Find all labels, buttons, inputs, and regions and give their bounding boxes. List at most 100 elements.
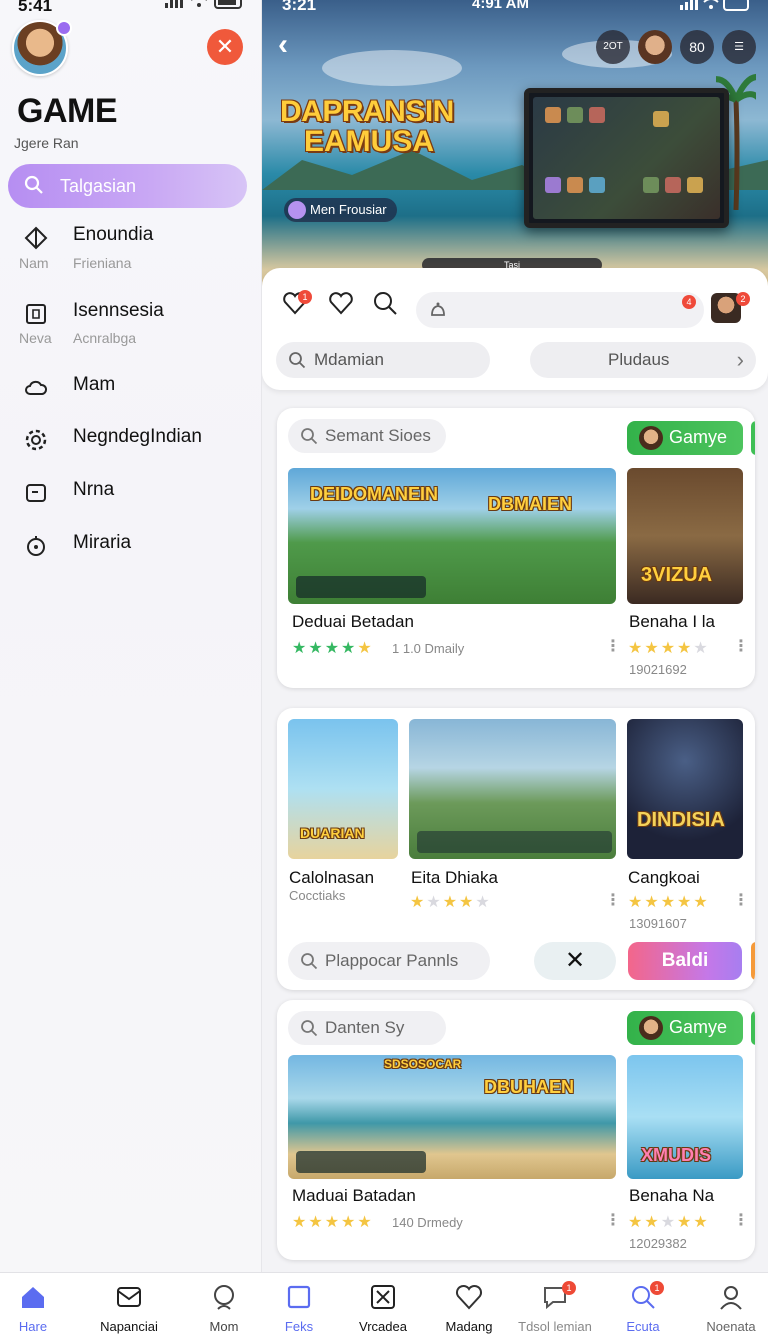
sidebar-item-mam[interactable]: Mam [0,374,262,404]
avatar-badge [56,20,72,36]
toolbar-search-input[interactable]: 4 [416,292,704,328]
sidebar-item-enoundia[interactable]: Enoundia Nam Frieniana [0,222,262,282]
card-search-input[interactable]: Danten Sy [288,1011,446,1045]
hero-tag[interactable]: Men Frousiar [284,198,397,222]
mail-icon [117,1287,141,1307]
close-icon: ✕ [564,947,586,974]
bottom-nav-tdsol-lemian[interactable]: 1 Tdsol lemian [512,1273,598,1344]
bottom-nav-madang[interactable]: Madang [426,1273,512,1344]
game-title: Cangkoai [628,868,700,887]
logo-line: DAPRANSIN [280,95,454,128]
sidebar-item-label: NegndegIndian [73,426,202,447]
back-button[interactable]: ‹ [278,28,288,62]
game-thumbnail[interactable]: SDSOSOCAR DBUHAEN [288,1055,616,1179]
bottom-nav-noenata[interactable]: Noenata [688,1273,768,1344]
more-options-icon[interactable]: ⋮ [605,639,621,655]
filter-pill-left[interactable]: Mdamian [276,342,490,378]
sidebar: 5:41 ✕ GAME Jgere Ran Talgasian Enoundia… [0,0,262,1272]
hero-chip-label: 2OT [603,41,623,52]
status-time: 5:41 [18,0,53,15]
baldi-button[interactable]: Baldi [628,942,742,980]
user-icon [720,1286,742,1310]
thumbnail-hud [296,1151,426,1173]
bottom-nav-napanciai[interactable]: Napanciai [86,1273,172,1344]
more-options-icon[interactable]: ⋮ [733,1213,749,1229]
sidebar-search-button[interactable]: Talgasian [8,164,247,208]
gear-icon [25,429,47,451]
thumbnail-hud [417,831,612,853]
bottom-nav-label: Tdsol lemian [518,1319,592,1334]
next-button-edge[interactable] [751,942,755,980]
bottom-nav-label: Napanciai [100,1319,158,1334]
more-options-icon[interactable]: ⋮ [605,893,621,909]
thumbnail-caption: DBUHAEN [484,1077,574,1097]
game-thumbnail[interactable]: XMUDIS [627,1055,743,1179]
hero-menu-button[interactable]: ☰ [722,30,756,64]
sidebar-item-nrna[interactable]: Nrna [0,479,262,509]
gamye-button[interactable]: Gamye [627,1011,743,1045]
profile-avatar[interactable] [12,20,72,76]
main-content: 3:21 4:91 AM ‹ 2OT 80 ☰ DAPRANSIN EAMUSA [262,0,768,1272]
more-options-icon[interactable]: ⋮ [605,1213,621,1229]
hero-chip-label: 80 [689,39,705,55]
game-meta: Cocctiaks [289,888,346,903]
hero-chip-avatar[interactable] [638,30,672,64]
clear-button[interactable]: ✕ [534,942,616,980]
thumbnail-caption: SDSOSOCAR [384,1057,462,1071]
thumbnail-caption: DUARIAN [300,825,365,841]
hero-chip-level[interactable]: 2OT [596,30,630,64]
logo-line: EAMUSA [304,125,435,158]
sidebar-item-negndegindian[interactable]: NegndegIndian [0,426,262,456]
search-icon[interactable] [372,290,398,316]
sidebar-item-label: Miraria [73,532,132,553]
avatar-icon [639,426,663,450]
more-options-icon[interactable]: ⋮ [733,893,749,909]
hero-status-time: 3:21 [282,0,317,14]
game-thumbnail[interactable]: DINDISIA [627,719,743,859]
thumbnail-caption: DINDISIA [637,809,725,831]
close-button[interactable]: ✕ [207,29,243,65]
filter-pill-right[interactable]: Pludaus › [530,342,756,378]
notification-badge: 1 [298,290,312,304]
card-search-label: Danten Sy [325,1018,405,1037]
signal-wifi-battery-icon [680,0,749,11]
sidebar-search-label: Talgasian [60,176,137,196]
profile-icon [214,1285,234,1310]
game-thumbnail[interactable] [409,719,616,859]
tv-screen [533,97,720,219]
hero-chip-score[interactable]: 80 [680,30,714,64]
hero-banner[interactable]: 3:21 4:91 AM ‹ 2OT 80 ☰ DAPRANSIN EAMUSA [262,0,768,300]
toolbar-card: 1 4 2 Mdamian Pludaus › [262,268,768,390]
sidebar-item-miraria[interactable]: Miraria [0,532,262,562]
bottom-nav-feks[interactable]: Feks [256,1273,342,1344]
rating-stars: ★★★★★ [628,640,710,657]
bottom-nav-home[interactable]: Hare [0,1273,76,1344]
bottom-nav-ecuta[interactable]: 1 Ecuta [600,1273,686,1344]
bottom-nav-vrcadea[interactable]: Vrcadea [340,1273,426,1344]
heart-outline-icon[interactable] [328,290,354,316]
more-options-icon[interactable]: ⋮ [733,639,749,655]
sidebar-item-label: Mam [73,374,116,395]
game-meta: 13091607 [629,916,687,931]
game-title: Maduai Batadan [292,1186,416,1205]
next-button-edge[interactable] [751,1011,755,1045]
home-icon [22,1287,44,1308]
next-button-edge[interactable] [751,421,755,455]
bell-icon [431,302,445,316]
game-meta: 19021692 [629,662,687,677]
game-thumbnail[interactable]: DUARIAN [288,719,398,859]
game-meta: 1 1.0 Dmaily [392,641,465,656]
sidebar-item-meta: Frieniana [73,255,132,271]
card-search-input[interactable]: Plappocar Pannls [288,942,490,980]
gamye-button-label: Gamye [669,427,728,447]
bottom-nav-mom[interactable]: Mom [181,1273,267,1344]
rating-stars: ★★★★★ [628,894,710,911]
game-thumbnail[interactable]: DEIDOMANEIN DBMAIEN [288,468,616,604]
card-search-input[interactable]: Semant Sioes [288,419,446,453]
thumbnail-caption: 3VIZUA [641,564,713,586]
gamye-button[interactable]: Gamye [627,421,743,455]
game-thumbnail[interactable]: 3VIZUA [627,468,743,604]
sidebar-item-isennsesia[interactable]: Isennsesia Neva Acnralbga [0,298,262,358]
close-icon: ✕ [215,34,235,59]
tv-icon [26,484,46,502]
